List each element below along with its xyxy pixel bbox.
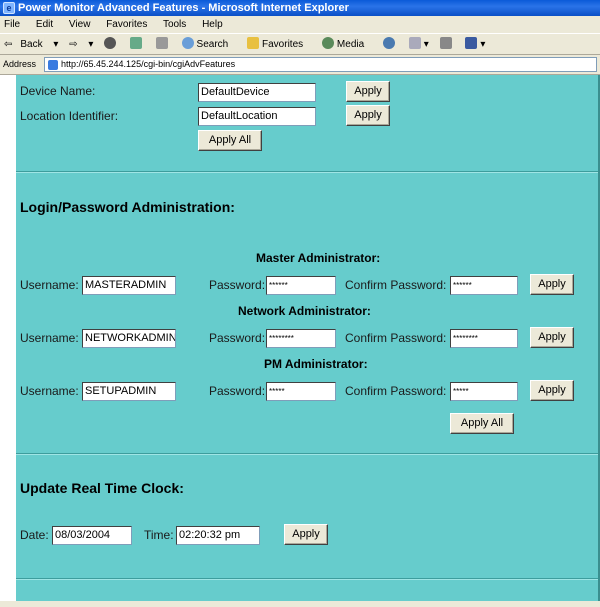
menu-edit[interactable]: Edit [36,19,53,30]
clock-section-title: Update Real Time Clock: [20,480,184,496]
time-input[interactable]: 02:20:32 pm [176,526,260,545]
device-apply-all-button[interactable]: Apply All [198,130,262,151]
master-username-input[interactable]: MASTERADMIN [82,276,176,295]
network-password-label: Password: [209,331,266,345]
favorites-icon [247,37,260,49]
network-username-input[interactable]: NETWORKADMIN [82,329,176,348]
mail-icon [408,37,421,49]
refresh-button[interactable] [129,37,145,50]
address-label: Address [3,59,37,69]
master-admin-title: Master Administrator: [256,251,381,265]
location-apply-button[interactable]: Apply [346,105,390,126]
menu-favorites[interactable]: Favorites [106,19,147,30]
section-divider [16,453,600,455]
back-button[interactable]: ⇦ Back ▾ [4,39,58,50]
network-confirm-input[interactable]: ******** [450,329,518,348]
date-label: Date: [20,528,49,542]
menu-help[interactable]: Help [202,19,223,30]
network-username-label: Username: [20,331,79,345]
menu-view[interactable]: View [69,19,91,30]
home-icon [155,37,168,49]
refresh-icon [129,37,142,49]
address-url: http://65.45.244.125/cgi-bin/cgiAdvFeatu… [61,59,236,69]
page-icon [48,60,58,70]
pm-password-label: Password: [209,384,266,398]
network-admin-title: Network Administrator: [238,304,371,318]
pm-confirm-input[interactable]: ***** [450,382,518,401]
master-password-input[interactable]: ****** [266,276,336,295]
device-name-apply-button[interactable]: Apply [346,81,390,102]
stop-button[interactable] [104,37,119,50]
location-identifier-input[interactable]: DefaultLocation [198,107,316,126]
pm-admin-title: PM Administrator: [264,357,368,371]
status-bar [0,601,600,607]
network-confirm-label: Confirm Password: [345,331,447,345]
stop-icon [104,37,117,49]
back-arrow-icon: ⇦ [4,39,13,50]
search-icon [181,37,194,49]
clock-apply-button[interactable]: Apply [284,524,328,545]
section-divider [16,171,600,173]
window-title-bar: e Power Monitor Advanced Features - Micr… [0,0,600,16]
device-name-input[interactable]: DefaultDevice [198,83,316,102]
master-username-label: Username: [20,278,79,292]
ie-icon: e [3,2,15,14]
pm-username-label: Username: [20,384,79,398]
forward-arrow-icon: ⇨ [69,39,78,50]
master-password-label: Password: [209,278,266,292]
page-content: Device Name: DefaultDevice Apply Locatio… [16,75,600,607]
search-label: Search [196,39,229,50]
history-icon [382,37,395,49]
search-button[interactable]: Search [181,37,237,50]
section-divider [16,578,600,580]
home-button[interactable] [155,37,171,50]
menu-file[interactable]: File [4,19,20,30]
master-confirm-label: Confirm Password: [345,278,447,292]
back-label: Back [20,39,43,50]
menu-tools[interactable]: Tools [163,19,186,30]
history-button[interactable] [382,37,398,50]
network-apply-button[interactable]: Apply [530,327,574,348]
menu-bar: File Edit View Favorites Tools Help [0,16,600,33]
pm-apply-button[interactable]: Apply [530,380,574,401]
login-apply-all-button[interactable]: Apply All [450,413,514,434]
favorites-button[interactable]: Favorites [247,37,311,50]
print-button[interactable] [439,37,455,50]
browser-toolbar: ⇦ Back ▾ ⇨ ▾ Search Favorites Media ▾ ▾ [0,33,600,55]
pm-username-input[interactable]: SETUPADMIN [82,382,176,401]
window-title: Power Monitor Advanced Features - Micros… [18,2,349,14]
pm-password-input[interactable]: ***** [266,382,336,401]
master-confirm-input[interactable]: ****** [450,276,518,295]
location-identifier-label: Location Identifier: [20,109,119,123]
favorites-label: Favorites [262,39,304,50]
media-icon [321,37,334,49]
print-icon [439,37,452,49]
date-input[interactable]: 08/03/2004 [52,526,132,545]
edit-button[interactable]: ▾ [465,37,485,50]
login-section-title: Login/Password Administration: [20,199,235,215]
mail-button[interactable]: ▾ [408,37,429,50]
master-apply-button[interactable]: Apply [530,274,574,295]
pm-confirm-label: Confirm Password: [345,384,447,398]
media-label: Media [336,39,365,50]
time-label: Time: [144,528,174,542]
edit-icon [465,37,478,49]
forward-button[interactable]: ⇨ ▾ [69,39,93,50]
address-bar: Address http://65.45.244.125/cgi-bin/cgi… [0,55,600,75]
device-name-label: Device Name: [20,84,96,98]
media-button[interactable]: Media [321,37,372,50]
network-password-input[interactable]: ******** [266,329,336,348]
address-input[interactable]: http://65.45.244.125/cgi-bin/cgiAdvFeatu… [44,57,597,72]
